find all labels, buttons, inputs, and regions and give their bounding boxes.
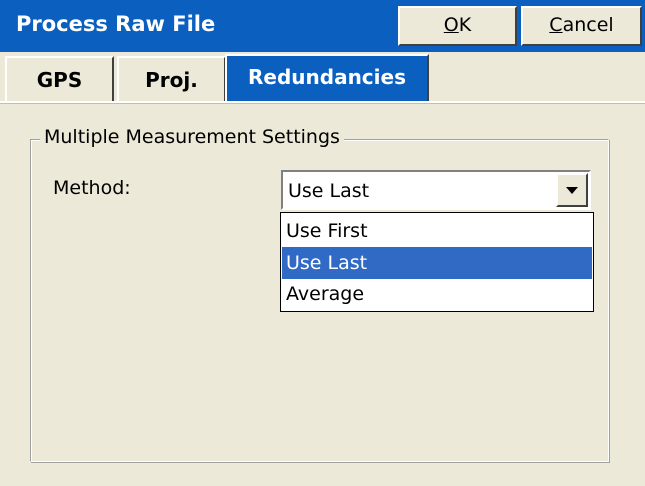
tab-gps[interactable]: GPS xyxy=(5,56,114,102)
method-option-average[interactable]: Average xyxy=(282,278,592,310)
cancel-mnemonic: C xyxy=(549,14,563,36)
cancel-button[interactable]: Cancel xyxy=(521,6,642,46)
window-title: Process Raw File xyxy=(16,12,216,36)
ok-button[interactable]: OK xyxy=(398,6,517,46)
tab-divider-shadow xyxy=(0,103,645,104)
method-option-use-last[interactable]: Use Last xyxy=(282,247,592,279)
ok-label-rest: K xyxy=(458,14,472,36)
process-raw-file-dialog: Process Raw File OK Cancel GPS Proj. Red… xyxy=(0,0,645,486)
combo-dropdown-button[interactable] xyxy=(556,173,588,207)
cancel-label-rest: ancel xyxy=(562,14,614,36)
tab-proj[interactable]: Proj. xyxy=(117,56,226,102)
method-combobox[interactable]: Use Last xyxy=(281,170,591,210)
tab-redundancies[interactable]: Redundancies xyxy=(225,54,429,102)
group-title: Multiple Measurement Settings xyxy=(40,124,344,150)
method-label: Method: xyxy=(53,177,131,199)
method-dropdown-list: Use First Use Last Average xyxy=(280,212,594,312)
ok-mnemonic: O xyxy=(443,14,459,36)
method-combobox-value: Use Last xyxy=(288,180,370,202)
method-option-use-first[interactable]: Use First xyxy=(282,215,592,247)
chevron-down-icon xyxy=(566,187,578,194)
title-bar: Process Raw File OK Cancel xyxy=(0,0,645,52)
